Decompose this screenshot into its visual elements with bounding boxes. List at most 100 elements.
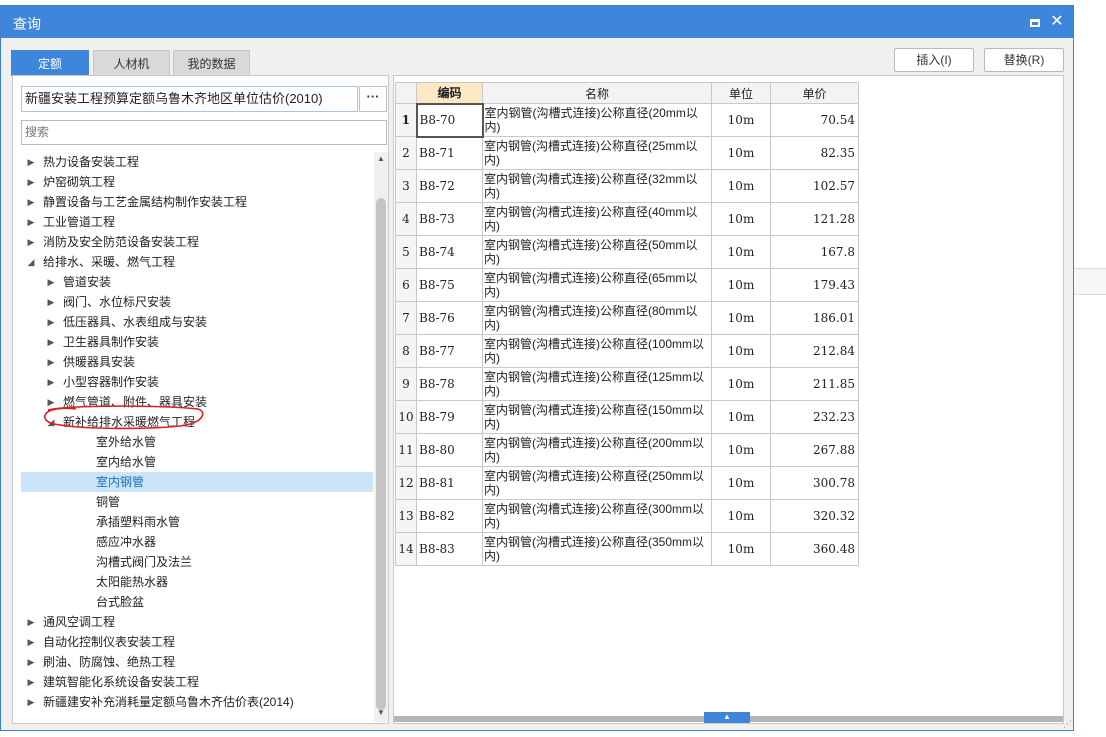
tree-item[interactable]: ▶ 刷油、防腐蚀、绝热工程: [21, 652, 373, 672]
row-price[interactable]: 121.28: [770, 202, 859, 236]
tree-item[interactable]: ▶ 阀门、水位标尺安装: [21, 292, 373, 312]
close-icon[interactable]: ✕: [1047, 12, 1067, 32]
row-unit[interactable]: 10m: [711, 400, 771, 434]
row-price[interactable]: 360.48: [770, 532, 859, 566]
tree-item[interactable]: 台式脸盆: [21, 592, 373, 612]
tree-item[interactable]: ▶ 消防及安全防范设备安装工程: [21, 232, 373, 252]
insert-button[interactable]: 插入(I): [894, 48, 974, 72]
collapsed-arrow-icon[interactable]: ▶: [45, 292, 57, 312]
table-row[interactable]: 1 B8-70 室内钢管(沟槽式连接)公称直径(20mm以内) 10m 70.54: [395, 102, 859, 138]
row-price[interactable]: 211.85: [770, 367, 859, 401]
tab-my-data[interactable]: 我的数据: [173, 50, 250, 76]
row-name[interactable]: 室内钢管(沟槽式连接)公称直径(150mm以内): [482, 400, 712, 434]
header-code[interactable]: 编码: [416, 82, 483, 104]
row-code[interactable]: B8-74: [416, 235, 483, 269]
tree-item[interactable]: 室内钢管: [21, 472, 373, 492]
row-name[interactable]: 室内钢管(沟槽式连接)公称直径(32mm以内): [482, 169, 712, 203]
header-name[interactable]: 名称: [482, 82, 712, 104]
row-name[interactable]: 室内钢管(沟槽式连接)公称直径(20mm以内): [482, 103, 712, 137]
row-price[interactable]: 70.54: [770, 103, 859, 137]
search-input[interactable]: 搜索: [21, 120, 387, 145]
row-unit[interactable]: 10m: [711, 169, 771, 203]
row-unit[interactable]: 10m: [711, 433, 771, 467]
tree-item[interactable]: ▶ 小型容器制作安装: [21, 372, 373, 392]
row-price[interactable]: 167.8: [770, 235, 859, 269]
row-price[interactable]: 320.32: [770, 499, 859, 533]
row-code[interactable]: B8-75: [416, 268, 483, 302]
collapsed-arrow-icon[interactable]: ▶: [25, 672, 37, 692]
table-row[interactable]: 3 B8-72 室内钢管(沟槽式连接)公称直径(32mm以内) 10m 102.57: [395, 169, 859, 203]
collapsed-arrow-icon[interactable]: ▶: [45, 272, 57, 292]
row-unit[interactable]: 10m: [711, 136, 771, 170]
tree-item[interactable]: 太阳能热水器: [21, 572, 373, 592]
table-row[interactable]: 13 B8-82 室内钢管(沟槽式连接)公称直径(300mm以内) 10m 320.32: [395, 499, 859, 533]
tree-item[interactable]: ▶ 低压器具、水表组成与安装: [21, 312, 373, 332]
row-price[interactable]: 186.01: [770, 301, 859, 335]
row-name[interactable]: 室内钢管(沟槽式连接)公称直径(125mm以内): [482, 367, 712, 401]
table-row[interactable]: 11 B8-80 室内钢管(沟槽式连接)公称直径(200mm以内) 10m 267.88: [395, 433, 859, 467]
collapsed-arrow-icon[interactable]: ▶: [25, 212, 37, 232]
replace-button[interactable]: 替换(R): [984, 48, 1064, 72]
scroll-thumb[interactable]: [376, 198, 386, 710]
tree-item[interactable]: ▶ 自动化控制仪表安装工程: [21, 632, 373, 652]
row-code[interactable]: B8-78: [416, 367, 483, 401]
tree-item[interactable]: 室内给水管: [21, 452, 373, 472]
header-unit[interactable]: 单位: [711, 82, 771, 104]
table-row[interactable]: 9 B8-78 室内钢管(沟槽式连接)公称直径(125mm以内) 10m 211.85: [395, 367, 859, 401]
row-code[interactable]: B8-77: [416, 334, 483, 368]
header-price[interactable]: 单价: [770, 82, 859, 104]
row-code[interactable]: B8-81: [416, 466, 483, 500]
row-unit[interactable]: 10m: [711, 202, 771, 236]
row-name[interactable]: 室内钢管(沟槽式连接)公称直径(25mm以内): [482, 136, 712, 170]
row-unit[interactable]: 10m: [711, 334, 771, 368]
row-name[interactable]: 室内钢管(沟槽式连接)公称直径(350mm以内): [482, 532, 712, 566]
row-code[interactable]: B8-73: [416, 202, 483, 236]
row-name[interactable]: 室内钢管(沟槽式连接)公称直径(50mm以内): [482, 235, 712, 269]
row-price[interactable]: 267.88: [770, 433, 859, 467]
title-bar[interactable]: 查询 ✕: [1, 6, 1073, 38]
tree-item[interactable]: ▶ 管道安装: [21, 272, 373, 292]
row-code[interactable]: B8-70: [415, 102, 484, 138]
row-code[interactable]: B8-72: [416, 169, 483, 203]
row-code[interactable]: B8-79: [416, 400, 483, 434]
scroll-up-icon[interactable]: ▲: [376, 154, 386, 164]
row-name[interactable]: 室内钢管(沟槽式连接)公称直径(80mm以内): [482, 301, 712, 335]
table-row[interactable]: 5 B8-74 室内钢管(沟槽式连接)公称直径(50mm以内) 10m 167.8: [395, 235, 859, 269]
row-unit[interactable]: 10m: [711, 367, 771, 401]
row-price[interactable]: 102.57: [770, 169, 859, 203]
row-code[interactable]: B8-82: [416, 499, 483, 533]
row-name[interactable]: 室内钢管(沟槽式连接)公称直径(100mm以内): [482, 334, 712, 368]
collapsed-arrow-icon[interactable]: ▶: [25, 612, 37, 632]
row-unit[interactable]: 10m: [711, 235, 771, 269]
resize-grip-icon[interactable]: ⋰: [1063, 719, 1073, 729]
row-price[interactable]: 179.43: [770, 268, 859, 302]
row-unit[interactable]: 10m: [711, 532, 771, 566]
row-unit[interactable]: 10m: [711, 268, 771, 302]
tree-item[interactable]: ▶ 建筑智能化系统设备安装工程: [21, 672, 373, 692]
collapsed-arrow-icon[interactable]: ▶: [25, 692, 37, 712]
collapsed-arrow-icon[interactable]: ▶: [25, 652, 37, 672]
tab-labor-material-machine[interactable]: 人材机: [93, 50, 170, 76]
row-unit[interactable]: 10m: [711, 103, 771, 137]
tree-scrollbar[interactable]: ▲ ▼: [374, 152, 388, 722]
tree-item[interactable]: 承插塑料雨水管: [21, 512, 373, 532]
table-row[interactable]: 2 B8-71 室内钢管(沟槽式连接)公称直径(25mm以内) 10m 82.35: [395, 136, 859, 170]
tree-item[interactable]: ▶ 新疆建安补充消耗量定额乌鲁木齐估价表(2014): [21, 692, 373, 712]
row-name[interactable]: 室内钢管(沟槽式连接)公称直径(300mm以内): [482, 499, 712, 533]
expanded-arrow-icon[interactable]: ◢: [25, 252, 37, 272]
table-row[interactable]: 4 B8-73 室内钢管(沟槽式连接)公称直径(40mm以内) 10m 121.28: [395, 202, 859, 236]
collapsed-arrow-icon[interactable]: ▶: [25, 172, 37, 192]
table-row[interactable]: 12 B8-81 室内钢管(沟槽式连接)公称直径(250mm以内) 10m 300.78: [395, 466, 859, 500]
row-code[interactable]: B8-80: [416, 433, 483, 467]
collapsed-arrow-icon[interactable]: ▶: [25, 232, 37, 252]
tree-item[interactable]: 沟槽式阀门及法兰: [21, 552, 373, 572]
collapsed-arrow-icon[interactable]: ▶: [25, 192, 37, 212]
collapsed-arrow-icon[interactable]: ▶: [45, 312, 57, 332]
tree-item[interactable]: 感应冲水器: [21, 532, 373, 552]
row-name[interactable]: 室内钢管(沟槽式连接)公称直径(250mm以内): [482, 466, 712, 500]
table-row[interactable]: 10 B8-79 室内钢管(沟槽式连接)公称直径(150mm以内) 10m 232.23: [395, 400, 859, 434]
library-more-button[interactable]: ···: [359, 86, 387, 112]
tree-item[interactable]: 铜管: [21, 492, 373, 512]
row-name[interactable]: 室内钢管(沟槽式连接)公称直径(40mm以内): [482, 202, 712, 236]
tab-quota[interactable]: 定额: [11, 50, 89, 76]
